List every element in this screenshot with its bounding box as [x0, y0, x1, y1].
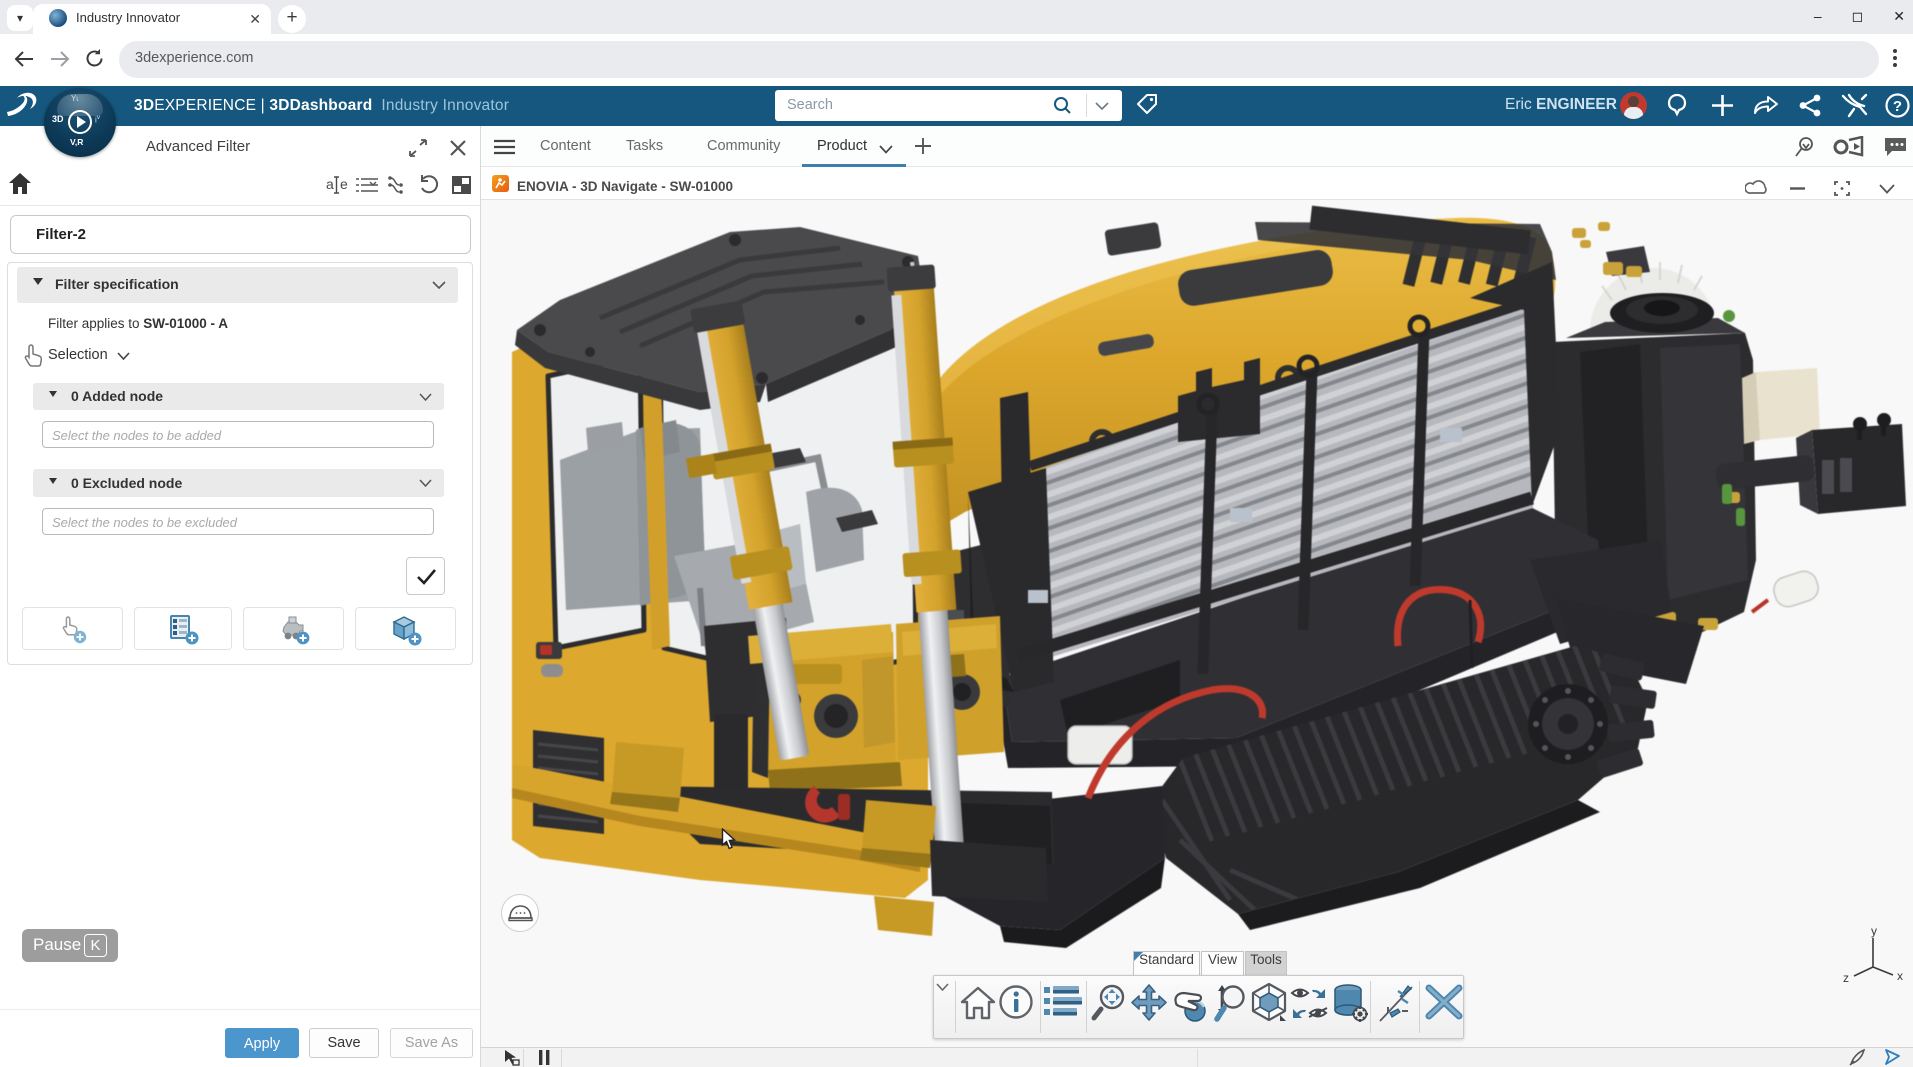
svg-text:?: ?	[1893, 98, 1902, 115]
svg-text:e: e	[340, 176, 348, 192]
svg-text:z: z	[1843, 971, 1849, 985]
svg-text:a: a	[326, 176, 334, 192]
svg-text:x: x	[1897, 969, 1903, 983]
svg-text:y: y	[1871, 925, 1877, 938]
